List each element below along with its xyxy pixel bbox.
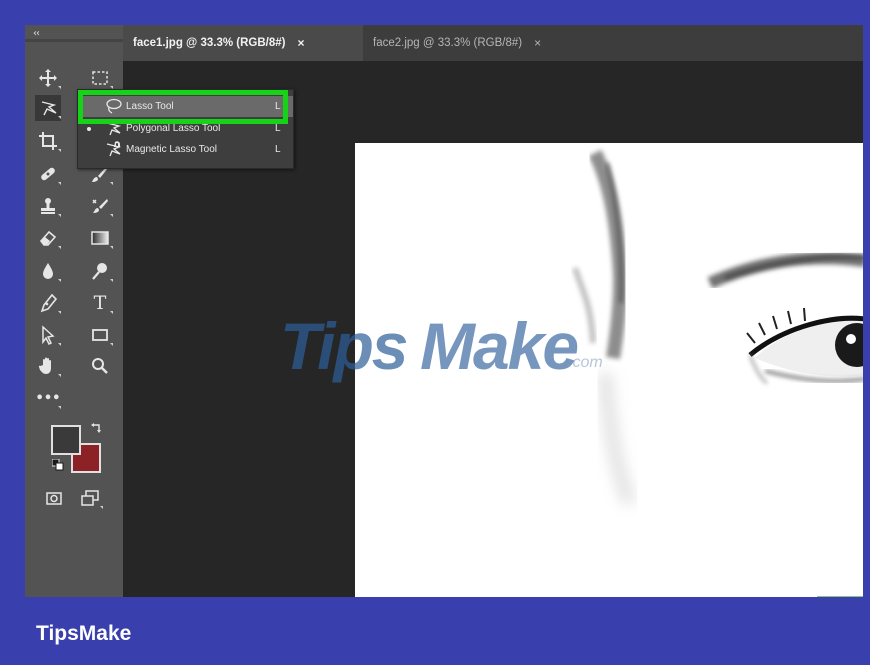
- move-icon: [39, 69, 57, 87]
- menu-item-magnetic-lasso-tool[interactable]: Magnetic Lasso Tool L: [78, 139, 293, 160]
- marquee-tool-button[interactable]: [87, 65, 113, 91]
- dodge-icon: [92, 263, 107, 280]
- panel-header-bar: [25, 39, 123, 42]
- type-icon: T: [93, 291, 107, 314]
- svg-text:Tips: Tips: [280, 309, 407, 383]
- document-tab-bar: face1.jpg @ 33.3% (RGB/8#) × face2.jpg @…: [123, 25, 863, 61]
- pen-tool-button[interactable]: [35, 290, 61, 316]
- healing-brush-tool-button[interactable]: [35, 161, 61, 187]
- menu-item-label: Magnetic Lasso Tool: [126, 144, 217, 155]
- water-drop-icon: [43, 263, 53, 279]
- type-tool-button[interactable]: T: [87, 290, 113, 316]
- rectangle-tool-button[interactable]: [87, 322, 113, 348]
- lasso-icon: [41, 101, 57, 116]
- default-colors-icon[interactable]: [52, 459, 64, 471]
- close-icon[interactable]: ×: [534, 36, 541, 50]
- eraser-icon: [39, 230, 57, 246]
- stamp-icon: [41, 198, 55, 214]
- gradient-tool-button[interactable]: [87, 225, 113, 251]
- zoom-tool-button[interactable]: [87, 353, 113, 379]
- rectangular-marquee-icon: [92, 71, 108, 85]
- tab-title: face2.jpg @ 33.3% (RGB/8#): [373, 37, 523, 49]
- screen-mode-icon: [81, 490, 99, 506]
- highlight-box: [78, 90, 288, 124]
- svg-text:Make: Make: [420, 309, 577, 383]
- history-brush-icon: [92, 199, 108, 213]
- history-brush-tool-button[interactable]: [87, 193, 113, 219]
- arrow-pointer-icon: [42, 325, 55, 345]
- close-icon[interactable]: ×: [297, 36, 304, 50]
- bandage-icon: [41, 167, 55, 181]
- image-edge: [817, 596, 863, 597]
- tab-face2[interactable]: face2.jpg @ 33.3% (RGB/8#) ×: [363, 25, 603, 61]
- footer-brand: TipsMake: [36, 622, 132, 645]
- dodge-tool-button[interactable]: [87, 258, 113, 284]
- gradient-icon: [91, 231, 109, 245]
- ellipsis-icon: •••: [35, 390, 61, 406]
- selected-dot-icon: [87, 126, 91, 131]
- hand-icon: [38, 357, 51, 374]
- quick-mask-button[interactable]: [41, 485, 67, 511]
- pen-icon: [40, 293, 58, 313]
- magnifier-icon: [92, 358, 108, 374]
- screen-mode-button[interactable]: [77, 485, 103, 511]
- tab-title: face1.jpg @ 33.3% (RGB/8#): [133, 37, 286, 49]
- lasso-tool-button[interactable]: [35, 95, 61, 121]
- tipsmake-watermark-logo: Tips Make .com: [280, 309, 603, 383]
- menu-item-shortcut: L: [275, 123, 281, 134]
- clone-stamp-tool-button[interactable]: [35, 193, 61, 219]
- eraser-tool-button[interactable]: [35, 225, 61, 251]
- foreground-color-swatch[interactable]: [51, 425, 81, 455]
- panel-collapse-grip[interactable]: ‹‹: [33, 28, 40, 39]
- move-tool-button[interactable]: [35, 65, 61, 91]
- swap-colors-icon[interactable]: [91, 422, 103, 434]
- photoshop-window: ‹‹ T ••• face1.jpg @ 33.3% (RGB/8#) × fa…: [25, 25, 863, 597]
- crop-icon: [39, 132, 57, 150]
- menu-item-label: Polygonal Lasso Tool: [126, 123, 221, 134]
- rectangle-icon: [92, 329, 108, 341]
- tab-face1[interactable]: face1.jpg @ 33.3% (RGB/8#) ×: [123, 25, 363, 61]
- magnetic-lasso-icon: [106, 141, 122, 157]
- svg-text:.com: .com: [568, 354, 603, 371]
- menu-item-shortcut: L: [275, 144, 281, 155]
- blur-tool-button[interactable]: [35, 258, 61, 284]
- edit-toolbar-button[interactable]: •••: [35, 385, 61, 411]
- path-selection-tool-button[interactable]: [35, 322, 61, 348]
- crop-tool-button[interactable]: [35, 128, 61, 154]
- quick-mask-icon: [46, 492, 62, 505]
- hand-tool-button[interactable]: [35, 353, 61, 379]
